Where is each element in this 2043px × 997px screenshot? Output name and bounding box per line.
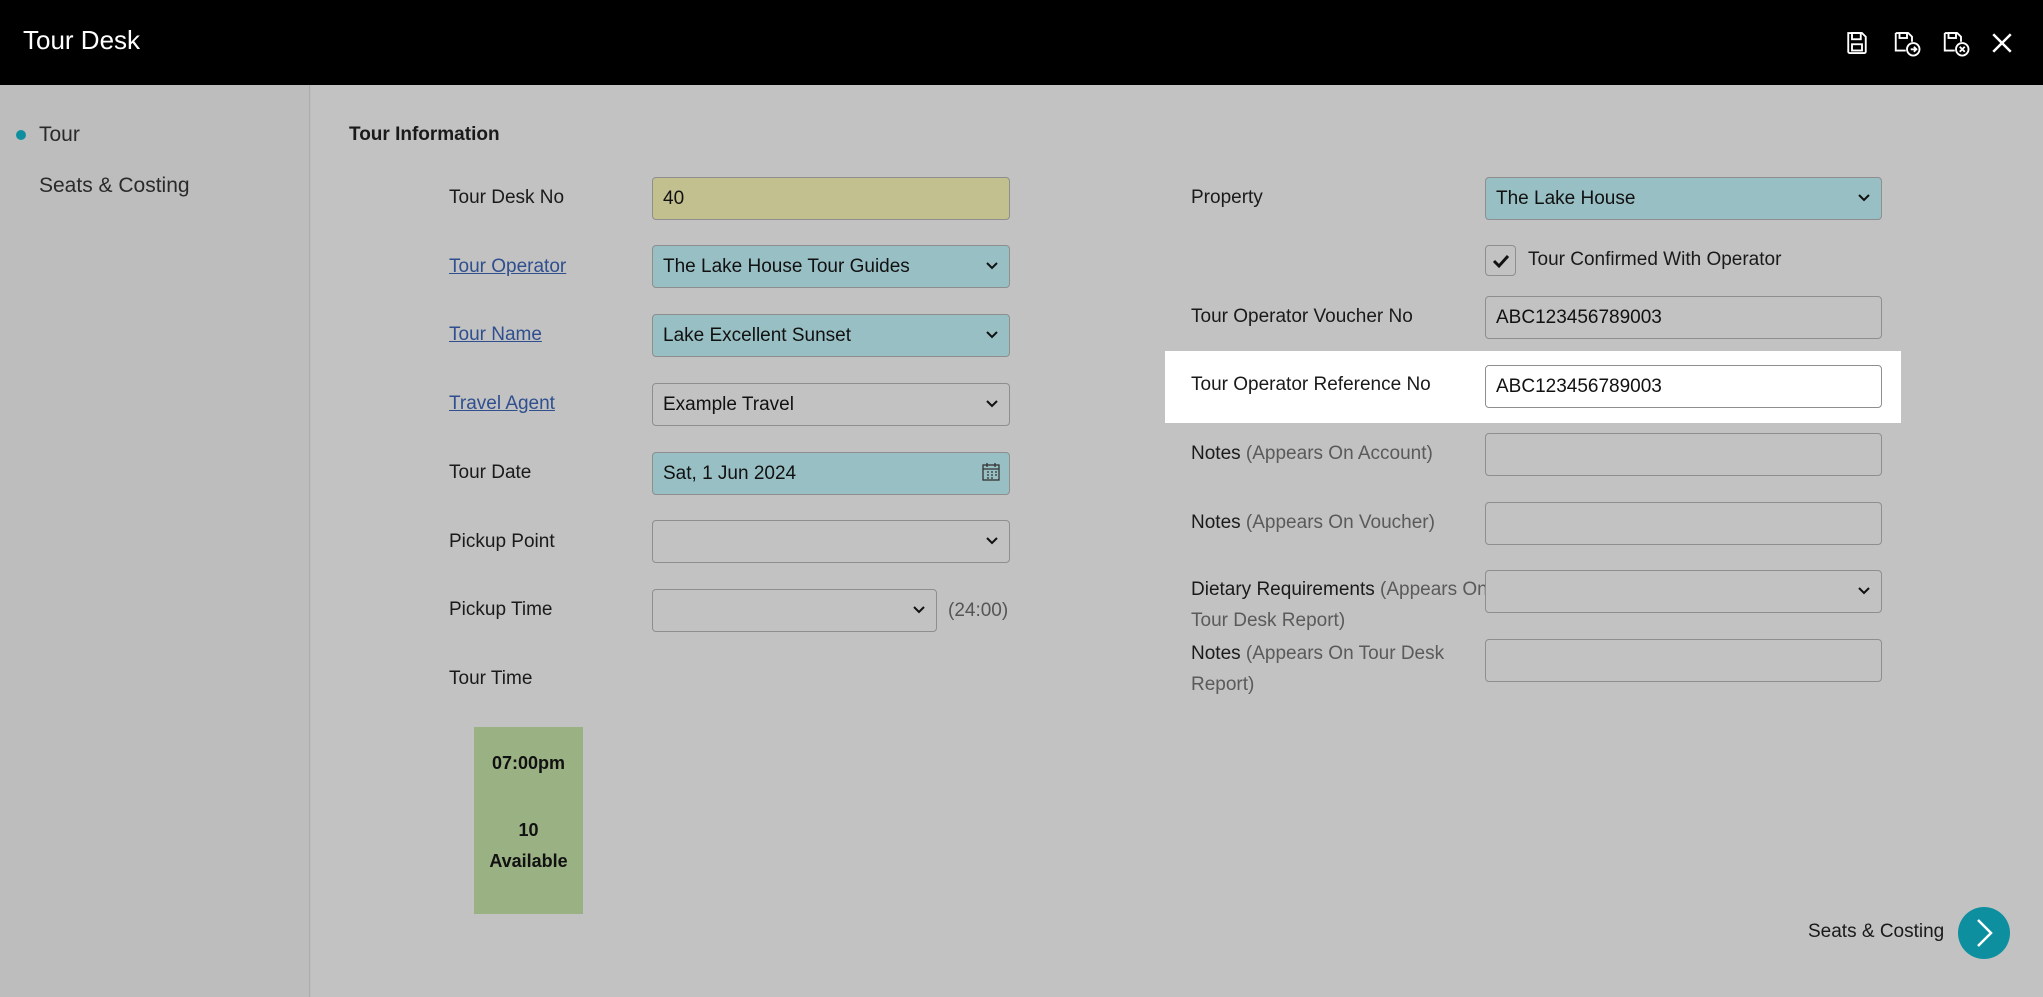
next-section-button[interactable] — [1958, 907, 2010, 959]
property-value: The Lake House — [1496, 187, 1636, 209]
chevron-right-icon — [1977, 919, 1993, 947]
tour-desk-no-label: Tour Desk No — [449, 187, 565, 208]
chevron-down-icon — [1858, 194, 1870, 202]
notes-voucher-label: Notes (Appears On Voucher) — [1191, 512, 1435, 534]
sidebar-item-seats-costing[interactable]: Seats & Costing — [39, 174, 190, 198]
notes-account-input[interactable] — [1485, 433, 1882, 476]
sidebar — [0, 85, 310, 997]
tour-confirmed-label: Tour Confirmed With Operator — [1528, 249, 1782, 270]
tour-confirmed-checkbox[interactable] — [1485, 245, 1516, 276]
chevron-down-icon — [913, 606, 925, 614]
pickup-time-format-hint: (24:00) — [948, 600, 1009, 621]
save-icon — [1847, 32, 1867, 54]
active-indicator — [16, 130, 26, 140]
tour-operator-link[interactable]: Tour Operator — [449, 256, 566, 278]
tour-time-slot-count: 10 — [518, 820, 539, 840]
tour-name-link[interactable]: Tour Name — [449, 324, 542, 346]
notes-voucher-sub: (Appears On Voucher) — [1245, 512, 1435, 533]
notes-report-label: Notes (Appears On Tour Desk Report) — [1191, 638, 1444, 700]
save-and-new-icon — [1894, 32, 1921, 57]
calendar-icon[interactable] — [981, 462, 1001, 482]
title-bar: Tour Desk — [0, 0, 2043, 85]
tour-operator-select[interactable]: The Lake House Tour Guides — [652, 245, 1010, 288]
travel-agent-link[interactable]: Travel Agent — [449, 393, 555, 415]
tour-date-label: Tour Date — [449, 462, 532, 483]
notes-report-sub-2: Report) — [1191, 674, 1255, 695]
section-title: Tour Information — [349, 124, 500, 145]
window-title: Tour Desk — [23, 25, 141, 55]
notes-account-label-text: Notes — [1191, 443, 1241, 464]
next-section-label[interactable]: Seats & Costing — [1808, 921, 1944, 943]
property-label: Property — [1191, 187, 1263, 208]
tour-name-select[interactable]: Lake Excellent Sunset — [652, 314, 1010, 357]
sidebar-item-tour[interactable]: Tour — [39, 123, 80, 147]
notes-account-label: Notes (Appears On Account) — [1191, 443, 1433, 465]
tour-time-label: Tour Time — [449, 668, 533, 689]
dietary-sub-1: (Appears On — [1380, 579, 1488, 600]
dietary-select[interactable] — [1485, 570, 1882, 613]
chevron-down-icon — [986, 262, 998, 270]
notes-report-input[interactable] — [1485, 639, 1882, 682]
tour-date-value: Sat, 1 Jun 2024 — [663, 462, 797, 484]
voucher-no-label: Tour Operator Voucher No — [1191, 306, 1413, 327]
dietary-sub-2: Tour Desk Report) — [1191, 610, 1346, 631]
close-button[interactable] — [1985, 26, 2019, 60]
reference-no-input[interactable]: ABC123456789003 — [1485, 365, 1882, 408]
chevron-down-icon — [986, 400, 998, 408]
tour-date-field[interactable]: Sat, 1 Jun 2024 — [652, 452, 1010, 495]
reference-no-value: ABC123456789003 — [1496, 375, 1662, 397]
save-and-new-button[interactable] — [1890, 26, 1924, 60]
tour-desk-no-value: 40 — [663, 187, 685, 209]
close-icon — [1992, 33, 2012, 53]
notes-account-sub: (Appears On Account) — [1245, 443, 1433, 464]
reference-no-label: Tour Operator Reference No — [1191, 374, 1431, 395]
tour-desk-no-field: 40 — [652, 177, 1010, 220]
notes-voucher-input[interactable] — [1485, 502, 1882, 545]
voucher-no-input[interactable]: ABC123456789003 — [1485, 296, 1882, 339]
notes-report-sub-1: (Appears On Tour Desk — [1245, 643, 1445, 664]
chevron-down-icon — [986, 537, 998, 545]
notes-report-label-text: Notes — [1191, 643, 1241, 664]
pickup-time-select[interactable] — [652, 589, 937, 632]
dietary-label: Dietary Requirements (Appears On Tour De… — [1191, 574, 1488, 636]
tour-time-slot-status: Available — [489, 851, 568, 871]
travel-agent-value: Example Travel — [663, 393, 794, 415]
checkmark-icon — [1492, 254, 1509, 268]
dietary-label-text: Dietary Requirements — [1191, 579, 1375, 600]
pickup-point-label: Pickup Point — [449, 531, 555, 552]
chevron-down-icon — [1858, 587, 1870, 595]
notes-voucher-label-text: Notes — [1191, 512, 1241, 533]
pickup-time-label: Pickup Time — [449, 599, 553, 620]
property-select[interactable]: The Lake House — [1485, 177, 1882, 220]
tour-time-slot[interactable]: 07:00pm 10 Available — [474, 727, 583, 914]
chevron-down-icon — [986, 331, 998, 339]
tour-time-slot-time: 07:00pm — [491, 753, 566, 773]
voucher-no-value: ABC123456789003 — [1496, 306, 1662, 328]
save-and-close-icon — [1943, 32, 1970, 57]
tour-name-value: Lake Excellent Sunset — [663, 324, 852, 346]
save-and-close-button[interactable] — [1939, 26, 1973, 60]
travel-agent-select[interactable]: Example Travel — [652, 383, 1010, 426]
pickup-point-select[interactable] — [652, 520, 1010, 563]
save-button[interactable] — [1840, 26, 1874, 60]
tour-operator-value: The Lake House Tour Guides — [663, 255, 910, 277]
